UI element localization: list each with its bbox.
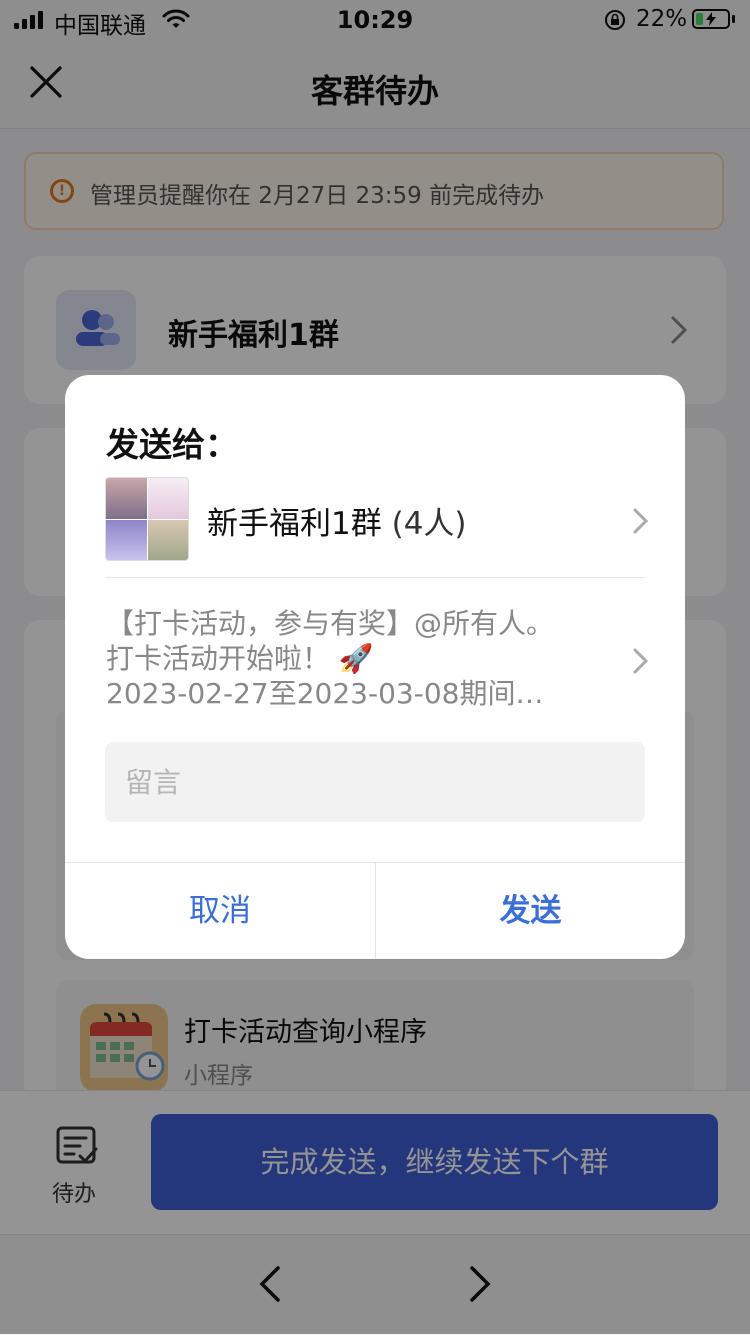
dialog-group-name: 新手福利1群 (4人) [207, 506, 467, 542]
cancel-button[interactable]: 取消 [65, 863, 375, 959]
dialog-title: 发送给： [106, 425, 238, 464]
send-button[interactable]: 发送 [376, 863, 685, 959]
message-line: 【打卡活动，参与有奖】@所有人。 [106, 607, 555, 640]
chevron-right-icon[interactable] [630, 646, 652, 676]
message-line: 2023-02-27至2023-03-08期间… [106, 677, 544, 710]
message-input[interactable] [105, 742, 645, 822]
chevron-right-icon[interactable] [630, 506, 652, 536]
group-avatar [105, 477, 189, 561]
message-line: 打卡活动开始啦！ 🚀 [106, 642, 374, 675]
divider [105, 577, 645, 578]
message-preview[interactable]: 【打卡活动，参与有奖】@所有人。 打卡活动开始啦！ 🚀 2023-02-27至2… [106, 606, 606, 711]
member-count: (4人) [391, 506, 467, 542]
